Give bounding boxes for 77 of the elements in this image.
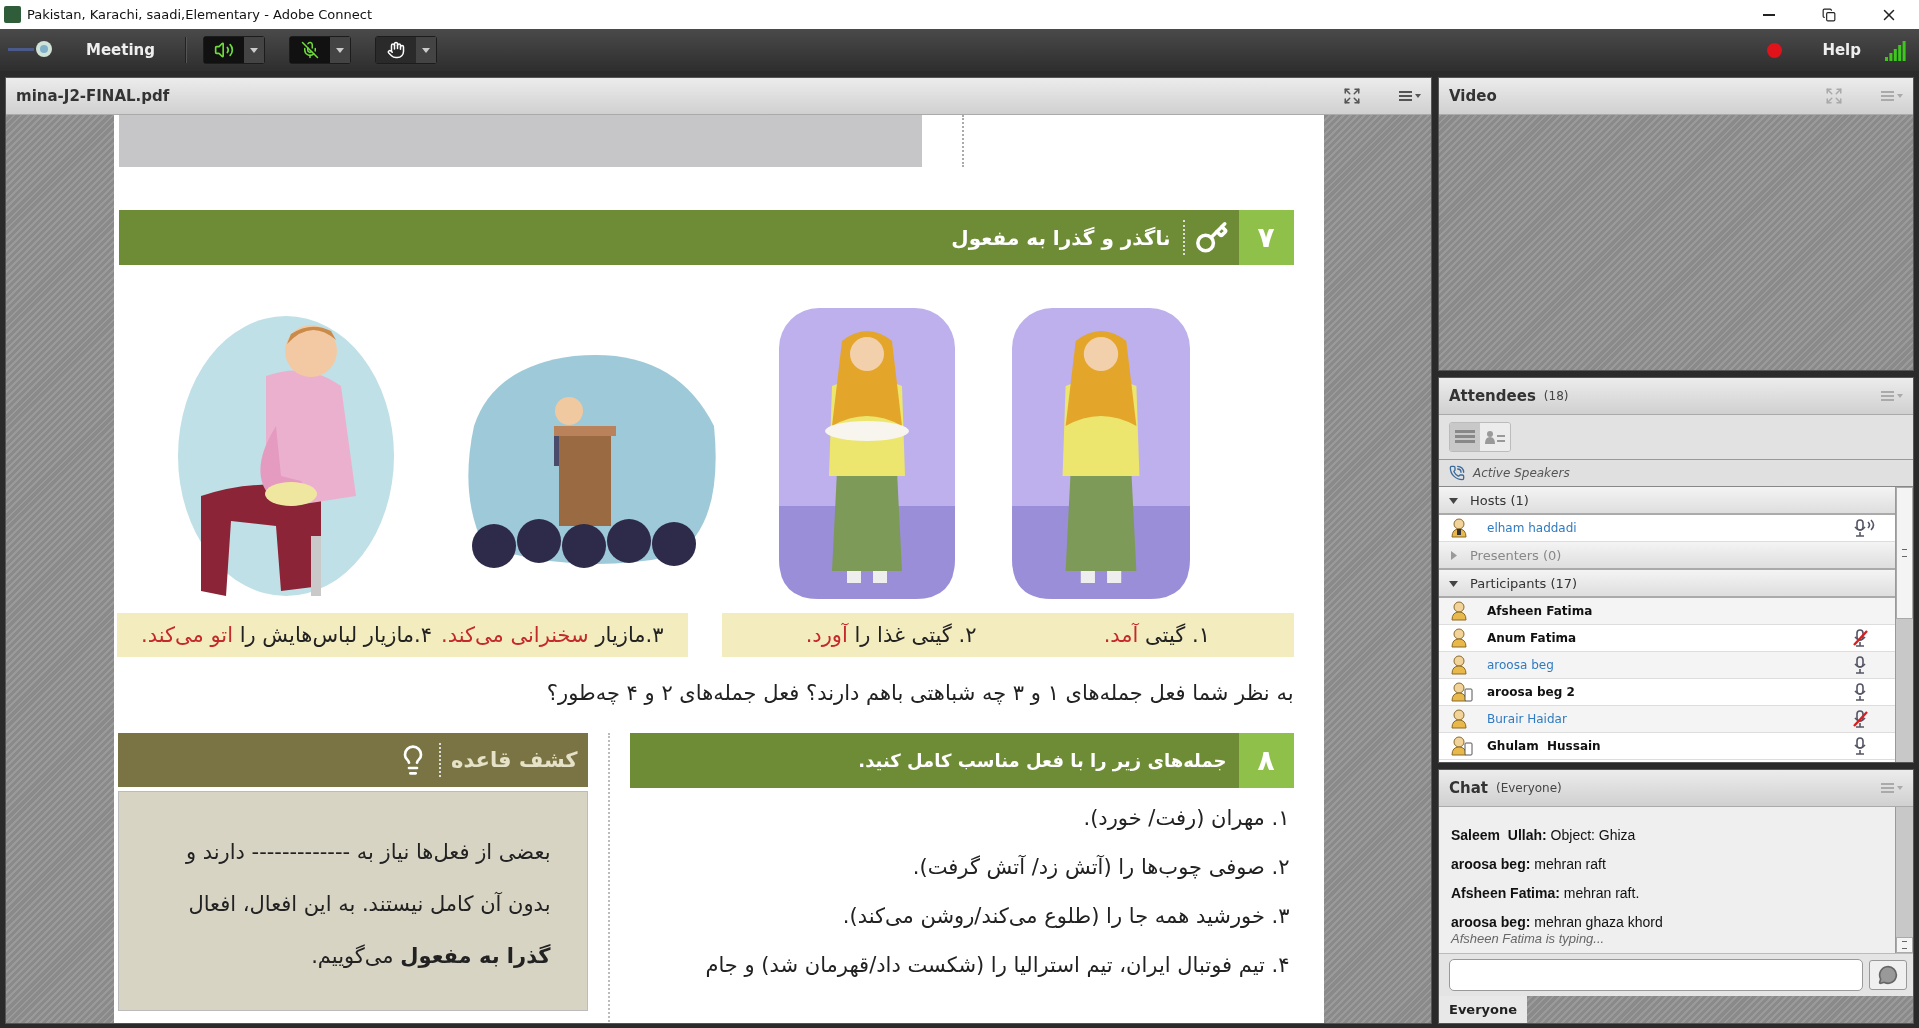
attendee-count: (18)	[1543, 389, 1570, 403]
collapse-icon[interactable]	[1449, 495, 1458, 505]
question-text: به نظر شما فعل جمله‌های ۱ و ۳ چه شباهتی باهم دارند؟ فعل جمله‌های ۲ و ۴ چه‌طور؟	[545, 681, 1294, 705]
signal-icon	[1885, 39, 1907, 61]
exercise-item: ۱. مهران (رفت/ خورد).	[1082, 805, 1290, 832]
window-title: Pakistan, Karachi, saadi,Elementary - Adobe Connect	[27, 7, 374, 22]
attendee-row[interactable]: aroosa beg	[1439, 652, 1895, 679]
app-icon	[4, 6, 21, 23]
meeting-menu[interactable]: Meeting	[66, 41, 175, 59]
chat-tab[interactable]: Everyone	[1439, 996, 1528, 1023]
microphone-button[interactable]	[289, 36, 351, 64]
caret-icon	[422, 47, 430, 53]
section-title: ناگذر و گذرا به مفعول	[951, 224, 1172, 252]
section-number: ۸	[1238, 733, 1294, 788]
section-title: جمله‌های زیر را با فعل مناسب کامل کنید.	[858, 749, 1228, 774]
caption: ۴.مازیار لباس‌هایش را اتو می‌کند.	[141, 623, 432, 647]
pod-title: mina-J2-FINAL.pdf	[16, 87, 170, 105]
attendee-name: Afsheen Fatima	[1487, 604, 1594, 618]
microphone-icon[interactable]	[1853, 519, 1877, 537]
attendee-name: Ghulam Hussain	[1487, 739, 1602, 753]
minimize-icon	[1763, 13, 1775, 16]
send-button[interactable]	[1869, 960, 1907, 990]
chat-input[interactable]	[1449, 959, 1863, 991]
speech-bubble-icon	[1878, 965, 1898, 985]
attendee-row[interactable]: elham haddadi	[1439, 515, 1895, 542]
phone-icon	[1449, 465, 1465, 481]
caret-icon	[336, 47, 344, 53]
attendee-row[interactable]: aroosa beg 2	[1439, 679, 1895, 706]
chat-message: aroosa beg: mehran raft	[1451, 856, 1607, 872]
attendee-row[interactable]: Afsheen Fatima	[1439, 598, 1895, 625]
attendee-row[interactable]: Burair Haidar	[1439, 706, 1895, 733]
person-phone-icon	[1451, 736, 1473, 756]
person-phone-icon	[1451, 682, 1473, 702]
exercise-item: ۴. تیم فوتبال ایران، تیم استرالیا را (شکست داد/قهرمان شد) و جام	[704, 952, 1290, 979]
help-menu[interactable]: Help	[1822, 41, 1861, 59]
microphone-off-icon	[301, 41, 319, 59]
restore-icon	[1822, 7, 1836, 22]
caption: ۱. گیتی آمد.	[1103, 623, 1210, 647]
pod-title: Attendees	[1449, 387, 1536, 405]
active-speakers-label: Active Speakers	[1473, 466, 1570, 480]
attendee-row[interactable]: Ghulam Hussain	[1439, 733, 1895, 760]
exercise-item: ۳. خورشید همه جا را (طلوع می‌کند/روشن می‌کند).	[841, 903, 1290, 930]
chat-message: Saleem Ullah: Object: Ghiza	[1451, 827, 1637, 843]
speaker-icon	[214, 40, 234, 60]
collapse-icon[interactable]	[1449, 578, 1458, 588]
group-header[interactable]: Participants (17)	[1439, 570, 1895, 598]
attendee-name: aroosa beg	[1487, 658, 1555, 672]
chat-message: Afsheen Fatima: mehran raft.	[1451, 885, 1641, 901]
recording-icon[interactable]	[1767, 42, 1783, 58]
raise-hand-button[interactable]	[375, 36, 437, 64]
chat-message: aroosa beg: mehran ghaza khord	[1451, 914, 1664, 930]
attendee-row[interactable]: Anum Fatima	[1439, 625, 1895, 652]
speaker-button[interactable]	[203, 36, 265, 64]
list-icon	[1455, 429, 1475, 445]
caption: ۳.مازیار سخنرانی می‌کند.	[440, 623, 664, 647]
scrollbar[interactable]	[1895, 807, 1913, 953]
pod-title: Chat	[1449, 779, 1488, 797]
typing-indicator: Afsheen Fatima is typing...	[1451, 931, 1606, 946]
rule-title: کشف قاعده	[451, 747, 579, 774]
caption: ۲. گیتی غذا را آورد.	[805, 623, 977, 647]
hand-icon	[387, 41, 405, 59]
scrollbar[interactable]	[1895, 487, 1913, 762]
chat-audience: (Everyone)	[1496, 781, 1563, 795]
attendee-name: aroosa beg 2	[1487, 685, 1576, 699]
section-number: ۷	[1238, 210, 1294, 265]
group-header[interactable]: Hosts (1)	[1439, 487, 1895, 515]
fullscreen-icon[interactable]	[1343, 87, 1361, 105]
caret-icon	[250, 47, 258, 53]
menu-icon[interactable]	[1399, 90, 1421, 102]
contact-card-icon	[1485, 429, 1505, 445]
pod-title: Video	[1449, 87, 1497, 105]
key-icon	[1194, 220, 1229, 255]
rule-text: بعضی از فعل‌ها نیاز به ------------- دارند و بدون آن کامل نیستند. به این افعال، افعال گذرا به مفعول می‌گوییم.	[184, 839, 551, 970]
attendee-name: Burair Haidar	[1487, 712, 1568, 726]
exercise-item: ۲. صوفی چوب‌ها را (آتش زد/ آتش گرفت).	[911, 854, 1290, 881]
attendee-name: elham haddadi	[1487, 521, 1578, 535]
attendee-name: Anum Fatima	[1487, 631, 1578, 645]
